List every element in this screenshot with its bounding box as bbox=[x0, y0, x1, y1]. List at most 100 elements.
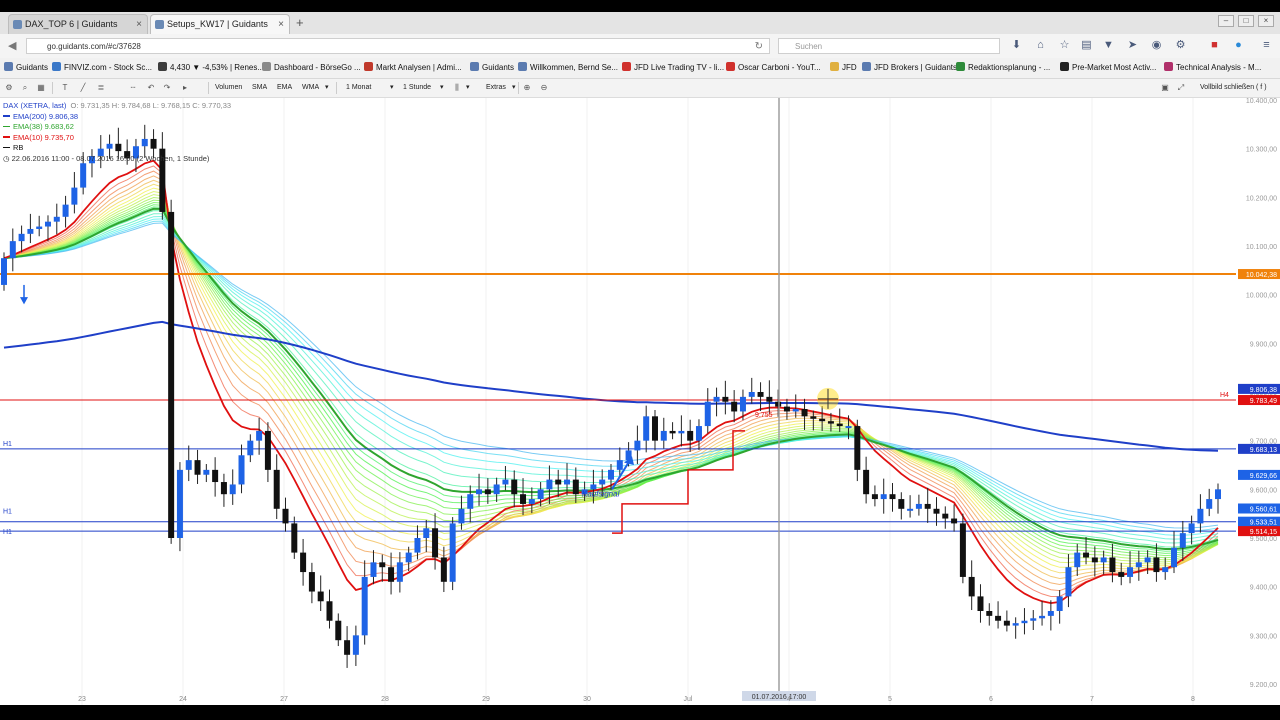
redo-icon[interactable]: ↷ bbox=[162, 83, 172, 93]
bookmark-item[interactable]: 4,430 ▼ -4,53% | Renes... bbox=[158, 62, 264, 74]
bookmark-item[interactable]: JFD bbox=[830, 62, 857, 74]
candle-body bbox=[308, 572, 315, 592]
legend-rb[interactable]: RB bbox=[3, 143, 231, 154]
bookmark-item[interactable]: JFD Brokers | Guidants bbox=[862, 62, 957, 74]
download-icon[interactable]: ⬇ bbox=[1010, 39, 1023, 52]
chevron-down-icon[interactable]: ▾ bbox=[466, 83, 470, 93]
candle-body bbox=[836, 423, 843, 427]
settings-icon[interactable]: ⚙ bbox=[4, 83, 14, 93]
minimize-icon[interactable]: – bbox=[1218, 15, 1234, 27]
reload-icon[interactable]: ↻ bbox=[755, 39, 763, 55]
layout-icon[interactable]: ▣ bbox=[1160, 83, 1170, 93]
search-input[interactable]: Suchen bbox=[778, 38, 1000, 54]
separator bbox=[208, 82, 209, 94]
chat-icon[interactable]: ◉ bbox=[1150, 39, 1163, 52]
chevron-down-icon[interactable]: ▾ bbox=[390, 83, 394, 93]
chevron-down-icon[interactable]: ▾ bbox=[440, 83, 444, 93]
candle-body bbox=[220, 482, 227, 495]
ema-button[interactable]: EMA bbox=[277, 83, 292, 93]
time-tick-label: 29 bbox=[482, 696, 490, 703]
bookmark-item[interactable]: Dashboard - BörseGo ... bbox=[262, 62, 361, 74]
price-tick-label: 9.500,00 bbox=[1250, 536, 1277, 543]
tab-dax-top6[interactable]: DAX_TOP 6 | Guidants × bbox=[8, 14, 148, 34]
bookmark-item[interactable]: Guidants bbox=[4, 62, 48, 74]
legend-ema38[interactable]: EMA(38) 9.683,62 bbox=[3, 122, 231, 133]
bookmark-item[interactable]: Redaktionsplanung - ... bbox=[956, 62, 1050, 74]
candle-body bbox=[924, 503, 931, 509]
time-tick-label: Jul bbox=[684, 696, 693, 703]
close-fullscreen-button[interactable]: Vollbild schließen ( f ) bbox=[1200, 83, 1267, 93]
maximize-icon[interactable]: □ bbox=[1238, 15, 1254, 27]
line-tool-icon[interactable]: ╱ bbox=[78, 83, 88, 93]
send-icon[interactable]: ➤ bbox=[1126, 39, 1139, 52]
skype-icon[interactable]: ● bbox=[1232, 39, 1245, 52]
chevron-down-icon[interactable]: ▾ bbox=[512, 83, 516, 93]
fib-tool-icon[interactable]: ≣ bbox=[96, 83, 106, 93]
candle-body bbox=[1100, 557, 1107, 563]
magnifier-icon[interactable]: ⊕ bbox=[522, 83, 532, 93]
ema-ribbon-line bbox=[3, 204, 1219, 554]
candle-body bbox=[264, 430, 271, 470]
bookmark-item[interactable]: Markt Analysen | Admi... bbox=[364, 62, 462, 74]
bookmark-item[interactable]: JFD Live Trading TV - li... bbox=[622, 62, 724, 74]
price-tag-label: 9.629,66 bbox=[1250, 473, 1277, 480]
candle-body bbox=[616, 460, 623, 470]
tab-setups-kw17[interactable]: Setups_KW17 | Guidants × bbox=[150, 14, 290, 34]
bookmark-item[interactable]: Oscar Carboni - YouT... bbox=[726, 62, 821, 74]
chevron-down-icon[interactable]: ▾ bbox=[325, 83, 329, 93]
extras-menu[interactable]: Extras bbox=[486, 83, 506, 93]
time-tick-label: 28 bbox=[381, 696, 389, 703]
home-icon[interactable]: ⌂ bbox=[1034, 39, 1047, 52]
candlestick-chart[interactable]: H4H1H1H101.07.2016 17:009.755Kaufsignal … bbox=[0, 98, 1280, 705]
candle-body bbox=[1162, 567, 1169, 573]
grid-icon[interactable]: ▦ bbox=[36, 83, 46, 93]
zoom-out-icon[interactable]: ⊖ bbox=[539, 83, 549, 93]
candle-body bbox=[502, 479, 509, 485]
candle-body bbox=[915, 503, 922, 509]
volumen-button[interactable]: Volumen bbox=[215, 83, 242, 93]
close-window-icon[interactable]: × bbox=[1258, 15, 1274, 27]
lastpass-icon[interactable]: ■ bbox=[1208, 39, 1221, 52]
legend-ema200[interactable]: EMA(200) 9.806,38 bbox=[3, 112, 231, 123]
clipboard-icon[interactable]: ▤ bbox=[1080, 39, 1093, 52]
period-select[interactable]: 1 Monat bbox=[346, 83, 371, 93]
dash-tool-icon[interactable]: ┄ bbox=[128, 83, 138, 93]
interval-select[interactable]: 1 Stunde bbox=[403, 83, 431, 93]
ema200-line bbox=[3, 320, 1219, 452]
bookmark-item[interactable]: Technical Analysis - M... bbox=[1164, 62, 1261, 74]
play-icon[interactable]: ▸ bbox=[180, 83, 190, 93]
expand-icon[interactable]: ⤢ bbox=[1176, 83, 1186, 93]
candle-body bbox=[1144, 557, 1151, 563]
url-bar[interactable]: go.guidants.com/#c/37628 ↻ bbox=[26, 38, 770, 54]
close-tab-icon[interactable]: × bbox=[136, 15, 142, 34]
bookmark-icon bbox=[1060, 62, 1069, 71]
bookmark-item[interactable]: FINVIZ.com - Stock Sc... bbox=[52, 62, 152, 74]
close-tab-icon[interactable]: × bbox=[278, 15, 284, 34]
new-tab-icon[interactable]: + bbox=[296, 15, 304, 31]
pocket-icon[interactable]: ▼ bbox=[1102, 39, 1115, 52]
back-arrow-icon[interactable]: ◀ bbox=[8, 39, 16, 52]
zoom-icon[interactable]: ⌕ bbox=[20, 83, 30, 93]
menu-icon[interactable]: ≡ bbox=[1260, 39, 1273, 52]
star-icon[interactable]: ☆ bbox=[1058, 39, 1071, 52]
addon-icon[interactable]: ⚙ bbox=[1174, 39, 1187, 52]
bookmark-icon bbox=[1164, 62, 1173, 71]
candle-body bbox=[1206, 499, 1213, 509]
chart-area[interactable]: H4 H1 H1 H1 01.07.2016 17:00 9.755 Kaufsignal … bbox=[0, 98, 1280, 705]
bookmark-item[interactable]: Guidants bbox=[470, 62, 514, 74]
candle-body bbox=[282, 508, 289, 524]
candle-body bbox=[792, 409, 799, 412]
wma-button[interactable]: WMA bbox=[302, 83, 319, 93]
undo-icon[interactable]: ↶ bbox=[146, 83, 156, 93]
sma-button[interactable]: SMA bbox=[252, 83, 267, 93]
candle-body bbox=[748, 392, 755, 397]
bookmark-item[interactable]: Willkommen, Bernd Se... bbox=[518, 62, 618, 74]
candle-body bbox=[1118, 572, 1125, 577]
text-tool-icon[interactable]: T bbox=[60, 83, 70, 93]
bookmark-item[interactable]: Pre-Market Most Activ... bbox=[1060, 62, 1156, 74]
chart-type-icon[interactable]: ⫼ bbox=[452, 83, 462, 93]
line-swatch-icon bbox=[3, 115, 10, 117]
candle-body bbox=[722, 396, 729, 402]
candle-body bbox=[783, 406, 790, 412]
legend-ema10[interactable]: EMA(10) 9.735,70 bbox=[3, 133, 231, 144]
